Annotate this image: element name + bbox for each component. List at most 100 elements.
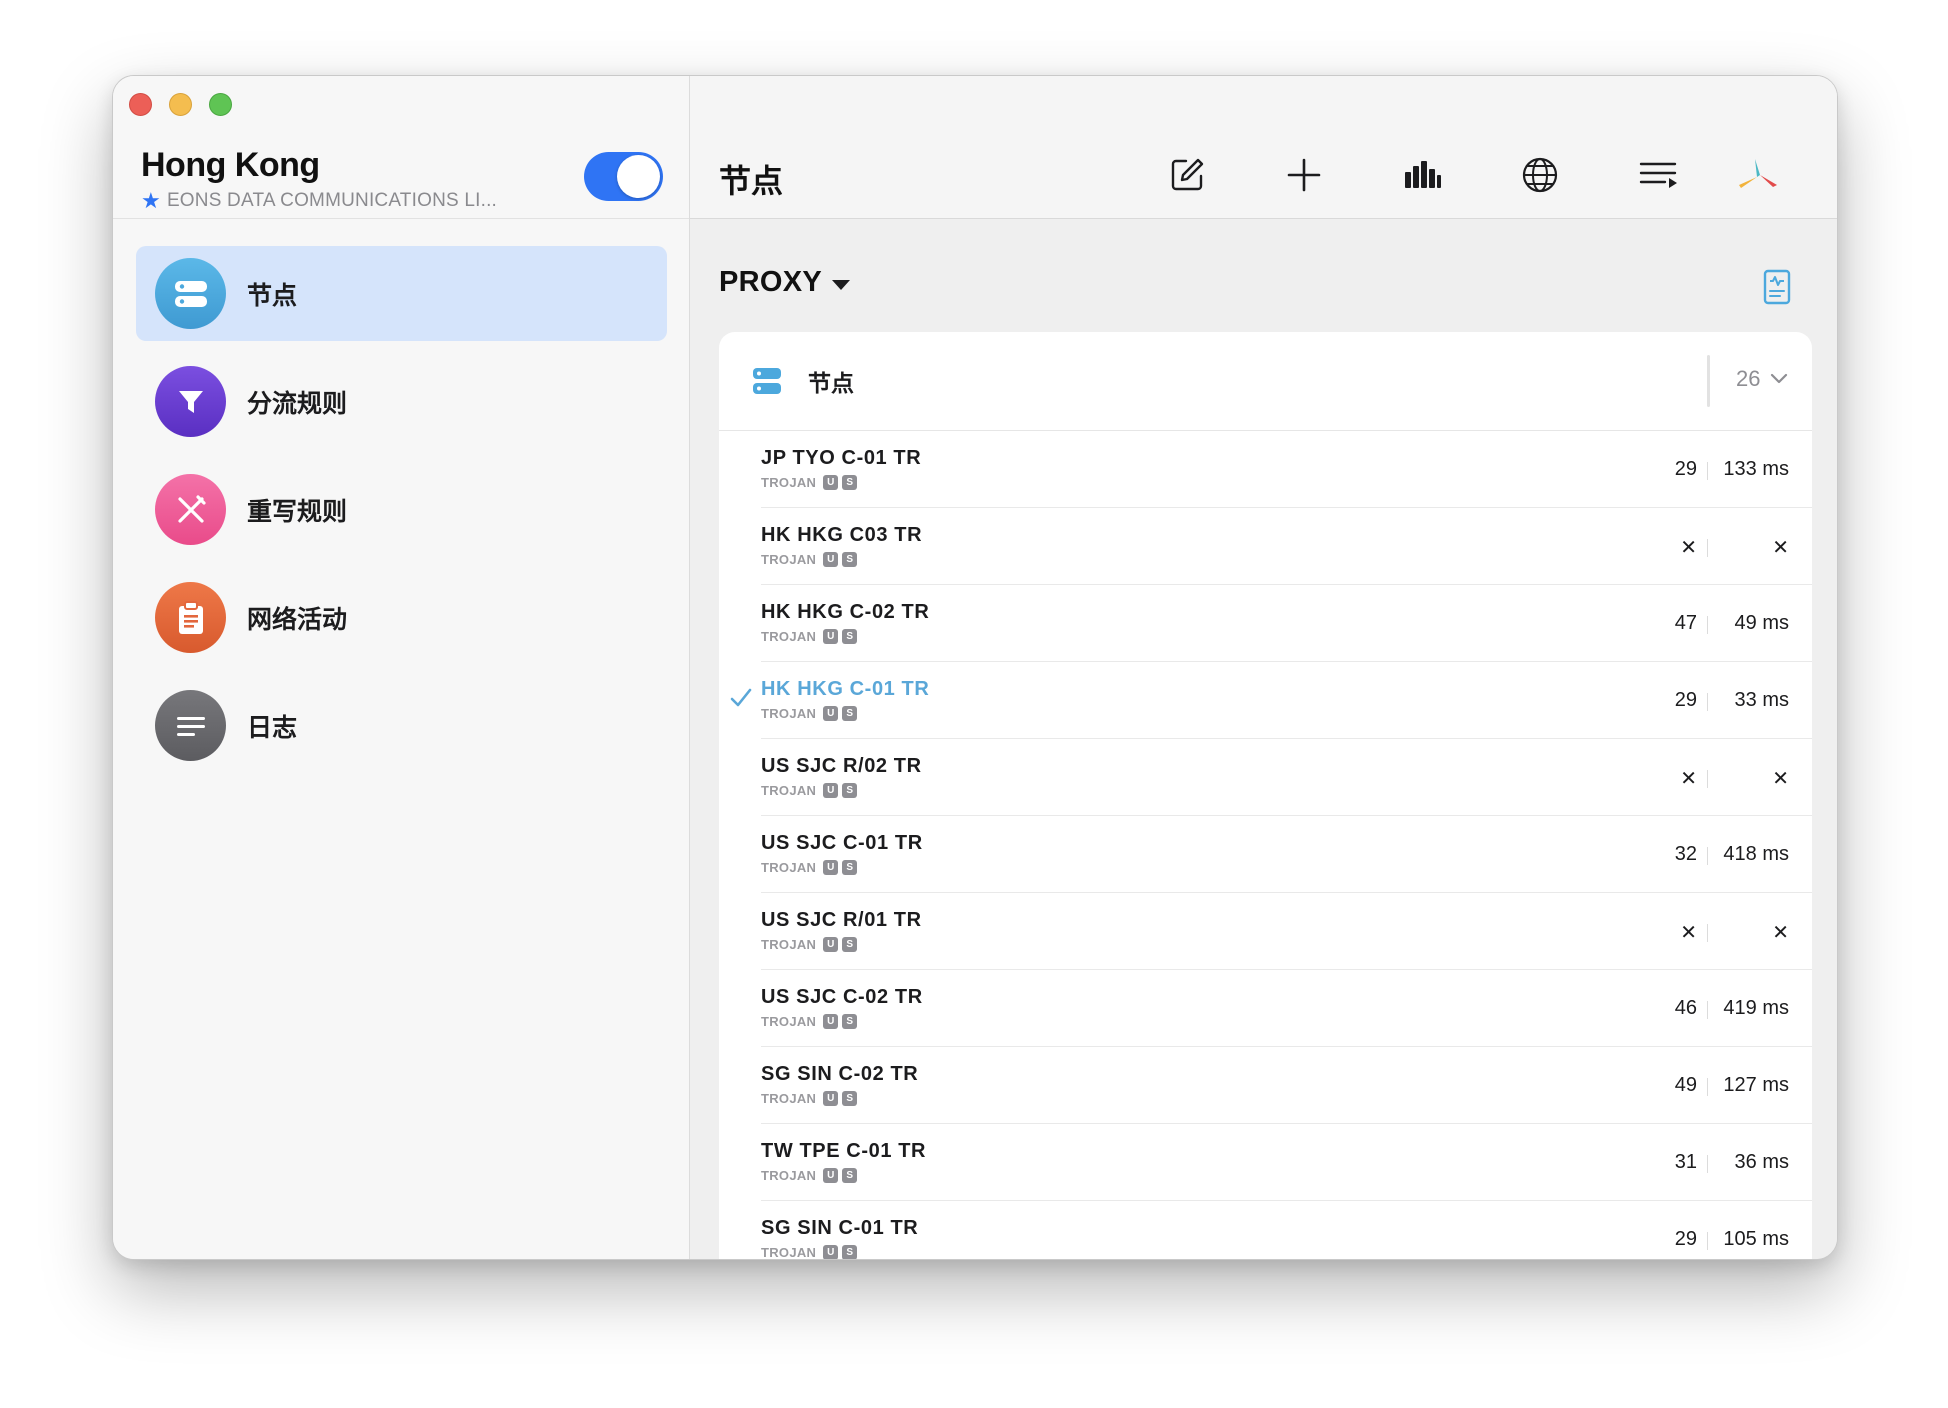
udp-badge: U: [823, 1168, 839, 1183]
udp-badge: U: [823, 937, 839, 952]
node-name: JP TYO C-01 TR: [761, 447, 922, 469]
value-divider: [1707, 616, 1708, 634]
node-row[interactable]: SG SIN C-02 TR TROJAN U S 49 127 ms: [719, 1047, 1812, 1124]
toolbar: 节点: [690, 76, 1837, 219]
node-latency: ✕: [1772, 922, 1789, 944]
star-icon: ★: [141, 188, 161, 213]
node-name: HK HKG C-02 TR: [761, 601, 930, 623]
udp-badge: U: [823, 1014, 839, 1029]
tls-badge: S: [842, 937, 858, 952]
node-row-selected[interactable]: HK HKG C-01 TR TROJAN U S 29 33 ms: [719, 662, 1812, 739]
node-row[interactable]: HK HKG C03 TR TROJAN U S ✕ ✕: [719, 508, 1812, 585]
report-button[interactable]: [1763, 269, 1791, 310]
checkmark-icon: [730, 688, 752, 707]
rewrite-icon: [155, 474, 226, 545]
sidebar-item-activity[interactable]: 网络活动: [136, 570, 667, 665]
node-protocol: TROJAN: [761, 937, 817, 952]
close-window-button[interactable]: [129, 93, 152, 116]
node-row[interactable]: US SJC R/02 TR TROJAN U S ✕ ✕: [719, 739, 1812, 816]
node-protocol: TROJAN: [761, 1014, 817, 1029]
node-meta: TROJAN U S: [761, 552, 858, 567]
node-protocol: TROJAN: [761, 783, 817, 798]
node-count[interactable]: 26: [1736, 366, 1788, 392]
node-row[interactable]: US SJC C-01 TR TROJAN U S 32 418 ms: [719, 816, 1812, 893]
add-icon: [1287, 158, 1321, 192]
nodes-header-label: 节点: [808, 370, 854, 396]
app-logo-icon: [1739, 159, 1777, 188]
sidebar-item-logs[interactable]: 日志: [136, 678, 667, 773]
node-latency: 127 ms: [1723, 1074, 1789, 1096]
sidebar: Hong Kong ★ EONS DATA COMMUNICATIONS LI.…: [113, 76, 690, 1259]
node-score: ✕: [1680, 768, 1697, 790]
sidebar-item-label: 分流规则: [247, 389, 348, 418]
node-meta: TROJAN U S: [761, 937, 858, 952]
value-divider: [1707, 924, 1708, 942]
add-button[interactable]: [1283, 154, 1325, 196]
node-protocol: TROJAN: [761, 1245, 817, 1260]
udp-badge: U: [823, 783, 839, 798]
profile-title: Hong Kong: [141, 146, 320, 184]
sidebar-item-rules[interactable]: 分流规则: [136, 354, 667, 449]
node-name: US SJC C-01 TR: [761, 832, 923, 854]
sidebar-item-label: 网络活动: [247, 605, 348, 634]
node-latency: 418 ms: [1723, 843, 1789, 865]
node-latency: 133 ms: [1723, 458, 1789, 480]
node-protocol: TROJAN: [761, 552, 817, 567]
node-protocol: TROJAN: [761, 706, 817, 721]
server-icon: [753, 368, 781, 394]
zoom-window-button[interactable]: [209, 93, 232, 116]
sidebar-nav: 节点 分流规则 重写规则 网络活动 日志: [136, 246, 667, 786]
node-name: HK HKG C-01 TR: [761, 678, 930, 700]
app-logo-button[interactable]: [1737, 154, 1779, 196]
node-meta: TROJAN U S: [761, 706, 858, 721]
value-divider: [1707, 1078, 1708, 1096]
main-panel: 节点 PROXY 节点 26 JP TYO C-01 TR TROJAN U S…: [690, 76, 1837, 1259]
sidebar-item-label: 重写规则: [247, 497, 348, 526]
node-row[interactable]: SG SIN C-01 TR TROJAN U S 29 105 ms: [719, 1201, 1812, 1260]
node-latency: 36 ms: [1734, 1151, 1789, 1173]
node-latency: 49 ms: [1734, 612, 1789, 634]
node-score: 47: [1674, 612, 1697, 634]
app-window: Hong Kong ★ EONS DATA COMMUNICATIONS LI.…: [112, 75, 1838, 1260]
node-name: US SJC R/01 TR: [761, 909, 922, 931]
value-divider: [1707, 1001, 1708, 1019]
profile-subtitle-text: EONS DATA COMMUNICATIONS LI...: [166, 190, 498, 211]
tls-badge: S: [842, 1168, 858, 1183]
value-divider: [1707, 770, 1708, 788]
tls-badge: S: [842, 783, 858, 798]
caret-down-icon: [832, 279, 851, 290]
tls-badge: S: [842, 1091, 858, 1106]
list-button[interactable]: [1638, 154, 1680, 196]
node-row[interactable]: US SJC C-02 TR TROJAN U S 46 419 ms: [719, 970, 1812, 1047]
udp-badge: U: [823, 706, 839, 721]
value-divider: [1707, 1155, 1708, 1173]
tls-badge: S: [842, 1245, 858, 1259]
edit-button[interactable]: [1166, 154, 1208, 196]
tls-badge: S: [842, 629, 858, 644]
tls-badge: S: [842, 475, 858, 490]
sidebar-divider: [113, 218, 689, 219]
node-protocol: TROJAN: [761, 629, 817, 644]
node-score: 29: [1674, 689, 1697, 711]
stats-button[interactable]: [1402, 154, 1444, 196]
minimize-window-button[interactable]: [169, 93, 192, 116]
chevron-down-icon: [1771, 373, 1788, 384]
report-icon: [1763, 269, 1791, 305]
node-score: 46: [1674, 997, 1697, 1019]
proxy-toggle[interactable]: [584, 152, 663, 201]
node-protocol: TROJAN: [761, 1168, 817, 1183]
node-row[interactable]: HK HKG C-02 TR TROJAN U S 47 49 ms: [719, 585, 1812, 662]
node-latency: ✕: [1772, 537, 1789, 559]
node-row[interactable]: JP TYO C-01 TR TROJAN U S 29 133 ms: [719, 431, 1812, 508]
nodes-card-header[interactable]: 节点 26: [719, 332, 1812, 431]
policy-group-selector[interactable]: PROXY: [719, 266, 851, 299]
globe-button[interactable]: [1519, 154, 1561, 196]
sidebar-item-rewrite[interactable]: 重写规则: [136, 462, 667, 557]
node-row[interactable]: TW TPE C-01 TR TROJAN U S 31 36 ms: [719, 1124, 1812, 1201]
sidebar-item-nodes[interactable]: 节点: [136, 246, 667, 341]
sidebar-item-label: 日志: [247, 713, 298, 742]
value-divider: [1707, 693, 1708, 711]
node-row[interactable]: US SJC R/01 TR TROJAN U S ✕ ✕: [719, 893, 1812, 970]
udp-badge: U: [823, 1245, 839, 1259]
node-latency: 33 ms: [1734, 689, 1789, 711]
